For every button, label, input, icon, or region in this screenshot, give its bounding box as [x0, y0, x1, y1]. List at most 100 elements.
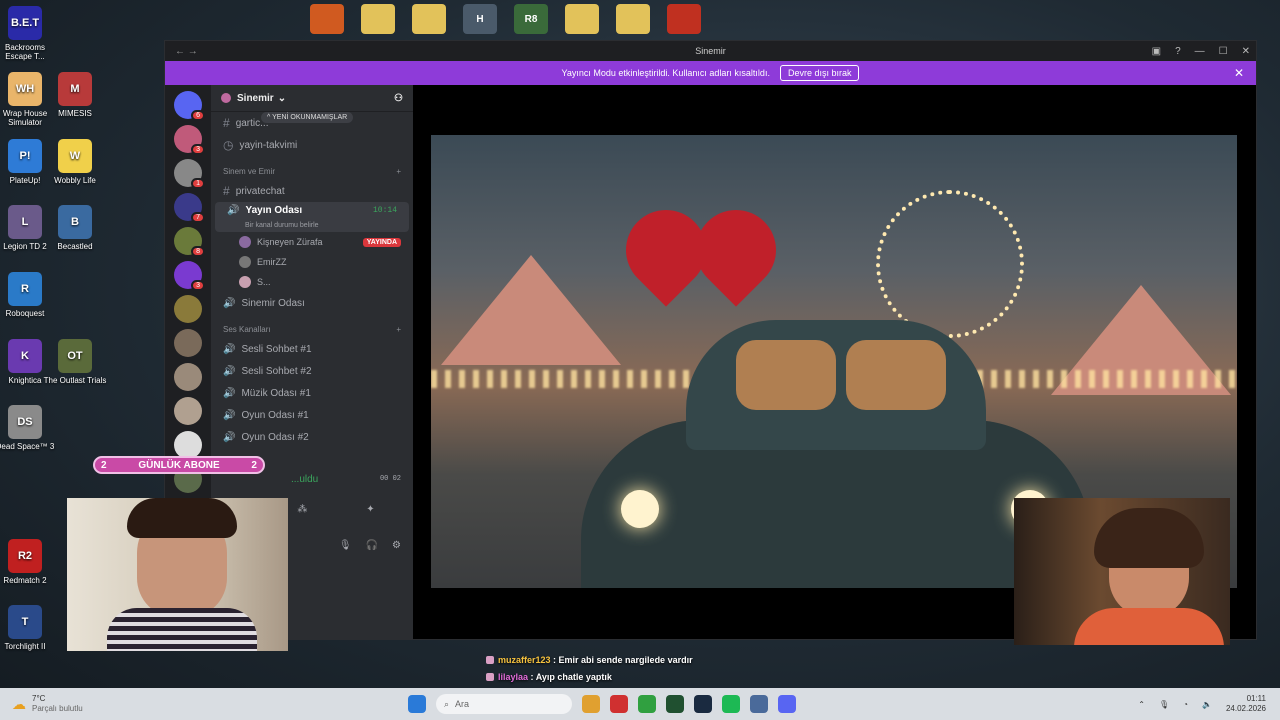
channel-yayin-takvimi[interactable]: ◷ yayin-takvimi — [211, 134, 413, 156]
voice-user-2[interactable]: EmirZZ — [211, 252, 413, 272]
voice-user-3[interactable]: S... — [211, 272, 413, 292]
add-channel-icon: + — [396, 324, 401, 334]
maximize-icon[interactable]: ☐ — [1219, 46, 1228, 57]
desktop-icon-label: MIMESIS — [58, 109, 92, 118]
weather-widget[interactable]: ☁ 7°C Parçalı bulutlu — [12, 694, 83, 714]
app-icon: B — [58, 205, 92, 239]
microphone-icon[interactable]: 🎙 — [339, 540, 352, 551]
chevron-up-icon[interactable]: ⌃ — [1138, 700, 1145, 709]
desktop-icon[interactable]: W Wobbly Life — [43, 139, 107, 185]
headphones-icon[interactable]: 🎧 — [366, 540, 378, 551]
server-name: Sinemir — [237, 92, 274, 104]
desktop-icon[interactable]: B.E.T Backrooms Escape T... — [0, 6, 57, 61]
desktop-icon[interactable]: B Becastled — [43, 205, 107, 251]
disable-streamer-mode-button[interactable]: Devre dışı bırak — [779, 65, 860, 81]
desktop-shortcut-icon[interactable] — [412, 4, 446, 34]
desktop-icon[interactable]: M MIMESIS — [43, 72, 107, 118]
chat-username: lilaylaa — [498, 672, 529, 682]
voice-channel[interactable]: 🔊 Oyun Odası #1 — [211, 404, 413, 426]
desktop-shortcut-icon[interactable] — [361, 4, 395, 34]
chat-text: : Ayıp chatle yaptık — [528, 672, 612, 682]
server-icon[interactable] — [174, 397, 202, 425]
desktop-icon-label: The Outlast Trials — [43, 376, 107, 385]
desktop-shortcut-icon[interactable]: H — [463, 4, 497, 34]
server-icon[interactable]: 3 — [174, 261, 205, 291]
server-icon[interactable]: 1 — [174, 159, 205, 189]
mention-badge: 6 — [191, 110, 205, 121]
voice-channel-label: Sesli Sohbet #1 — [241, 343, 312, 355]
desktop-icon[interactable]: R Roboquest — [0, 272, 57, 318]
chat-text: : Emir abi sende nargilede vardır — [550, 655, 693, 665]
desktop-shortcut-icon[interactable]: R8 — [514, 4, 548, 34]
desktop-icon[interactable]: R2 Redmatch 2 — [0, 539, 57, 585]
chrome-icon[interactable] — [638, 695, 656, 713]
server-icon[interactable] — [174, 295, 202, 323]
desktop-icon[interactable]: OT The Outlast Trials — [43, 339, 107, 385]
minimize-icon[interactable]: — — [1195, 46, 1205, 57]
spotify-icon[interactable] — [722, 695, 740, 713]
close-banner-icon[interactable]: ✕ — [1234, 66, 1244, 80]
settings-gear-icon[interactable]: ⚙ — [392, 540, 401, 551]
server-icon[interactable]: 6 — [174, 91, 205, 121]
voice-channel[interactable]: 🔊 Sesli Sohbet #2 — [211, 360, 413, 382]
app-icon: R — [8, 272, 42, 306]
clock[interactable]: 01:11 24.02.2026 — [1226, 694, 1266, 714]
avatar — [239, 236, 251, 248]
taskbar-app-icon[interactable] — [666, 695, 684, 713]
server-icon[interactable]: 3 — [174, 125, 205, 155]
voice-channel[interactable]: 🔊 Sesli Sohbet #1 — [211, 338, 413, 360]
server-icon[interactable]: 8 — [174, 227, 205, 257]
voice-channel-label: Oyun Odası #2 — [241, 431, 309, 443]
microphone-tray-icon[interactable]: 🎙 — [1159, 700, 1169, 709]
taskbar-app-icon[interactable] — [610, 695, 628, 713]
voice-channel-yayin-odasi[interactable]: 🔊 Yayın Odası 10:14 Bir kanal durumu bel… — [215, 202, 409, 232]
close-icon[interactable]: ✕ — [1242, 46, 1250, 57]
start-windows-icon[interactable] — [408, 695, 426, 713]
desktop-shortcut-icon[interactable] — [310, 4, 344, 34]
desktop-shortcut-icon[interactable] — [616, 4, 650, 34]
desktop-icon[interactable]: T Torchlight II — [0, 605, 57, 651]
voice-channel-label: Sesli Sohbet #2 — [241, 365, 312, 377]
hash-icon: # — [223, 116, 230, 130]
volume-icon[interactable]: 🔈 — [1202, 700, 1212, 709]
voice-channel-sinemir-odasi[interactable]: 🔊 Sinemir Odası — [211, 292, 413, 314]
new-unread-pill[interactable]: ^ YENİ OKUNMAMIŞLAR — [261, 112, 354, 123]
app-icon: M — [58, 72, 92, 106]
taskbar-app-icon[interactable] — [582, 695, 600, 713]
call-time: 00 02 — [379, 475, 401, 483]
app-icon: P! — [8, 139, 42, 173]
app-icon: B.E.T — [8, 6, 42, 40]
taskbar-app-icon[interactable] — [750, 695, 768, 713]
server-icon[interactable] — [174, 363, 202, 391]
voice-channel[interactable]: 🔊 Oyun Odası #2 — [211, 426, 413, 448]
category-sinem-ve-emir[interactable]: Sinem ve Emir + — [211, 162, 413, 180]
server-icon[interactable]: 7 — [174, 193, 205, 223]
desktop-icon-label: Torchlight II — [4, 642, 46, 651]
voice-user-1[interactable]: Kişneyen Zürafa YAYINDA — [211, 232, 413, 252]
steam-icon[interactable] — [694, 695, 712, 713]
help-icon[interactable]: ? — [1175, 46, 1181, 57]
inbox-icon[interactable]: ▣ — [1152, 46, 1161, 57]
voice-channel[interactable]: 🔊 Müzik Odası #1 — [211, 382, 413, 404]
server-header[interactable]: Sinemir ⌄ ⚇ — [211, 85, 413, 112]
discord-icon[interactable] — [778, 695, 796, 713]
soundboard-icon[interactable]: ⁂ — [297, 504, 307, 515]
server-icon[interactable] — [174, 329, 202, 357]
server-icon — [221, 93, 231, 103]
search-icon: ⌕ — [444, 698, 450, 709]
voice-channel-label: Oyun Odası #1 — [241, 409, 309, 421]
server-icon[interactable] — [174, 431, 202, 459]
chat-username: muzaffer123 — [498, 655, 551, 665]
taskbar-search[interactable]: ⌕ Ara — [436, 694, 572, 714]
category-ses-kanallari[interactable]: Ses Kanalları + — [211, 320, 413, 338]
activity-icon[interactable]: ✦ — [366, 504, 374, 515]
chat-badge-icon — [486, 673, 494, 681]
desktop-icon[interactable]: DS Dead Space™ 3 — [0, 405, 57, 451]
app-icon: K — [8, 339, 42, 373]
mention-badge: 1 — [191, 178, 205, 189]
wifi-icon[interactable]: ◔ — [1183, 700, 1188, 709]
channel-privatechat[interactable]: # privatechat — [211, 180, 413, 202]
desktop-shortcut-icon[interactable] — [667, 4, 701, 34]
add-member-icon[interactable]: ⚇ — [394, 93, 403, 104]
desktop-shortcut-icon[interactable] — [565, 4, 599, 34]
